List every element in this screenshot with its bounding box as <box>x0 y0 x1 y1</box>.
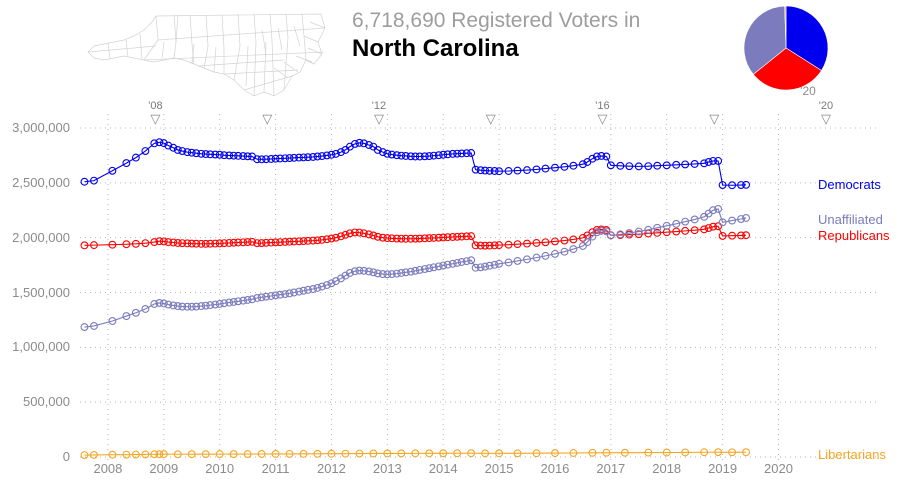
election-marker: ▽ <box>247 100 287 125</box>
series-libertarians <box>80 448 751 459</box>
y-tick-label: 1,000,000 <box>12 339 70 355</box>
triangle-down-icon: ▽ <box>373 111 384 126</box>
x-tick-label: 2017 <box>596 461 626 476</box>
triangle-down-icon: ▽ <box>262 111 273 126</box>
registered-voters-line-chart <box>0 0 900 500</box>
triangle-down-icon: ▽ <box>597 111 608 126</box>
y-tick-label: 2,500,000 <box>12 174 70 190</box>
legend-label-democrats[interactable]: Democrats <box>818 177 881 192</box>
x-tick-label: 2016 <box>540 461 570 476</box>
legend-label-unaffiliated[interactable]: Unaffiliated <box>818 212 883 227</box>
y-tick-label: 0 <box>62 449 70 464</box>
chart-page: 6,718,690 Registered Voters in North Car… <box>0 0 900 500</box>
x-tick-label: 2008 <box>93 461 123 476</box>
election-marker: '08 ▽ <box>135 100 175 125</box>
x-tick-label: 2019 <box>708 461 738 476</box>
x-tick-label: 2012 <box>316 461 346 476</box>
triangle-down-icon: ▽ <box>820 111 831 126</box>
y-tick-label: 500,000 <box>23 394 70 410</box>
x-tick-label: 2015 <box>484 461 514 476</box>
x-tick-label: 2018 <box>652 461 682 476</box>
election-marker: ▽ <box>471 100 511 125</box>
grid-lines <box>80 114 878 461</box>
series-unaffiliated <box>80 204 751 331</box>
x-tick-label: 2010 <box>205 461 235 476</box>
election-marker: '16 ▽ <box>582 100 622 125</box>
x-tick-label: 2020 <box>764 461 793 476</box>
election-marker: '20 ▽ <box>806 100 846 125</box>
election-marker: ▽ <box>694 100 734 125</box>
x-tick-label: 2011 <box>261 461 290 476</box>
election-marker: '12 ▽ <box>359 100 399 125</box>
triangle-down-icon: ▽ <box>150 111 161 126</box>
y-tick-label: 3,000,000 <box>12 120 70 135</box>
x-tick-label: 2013 <box>372 461 402 476</box>
legend-label-libertarians[interactable]: Libertarians <box>818 447 886 462</box>
y-tick-label: 2,000,000 <box>12 229 70 245</box>
triangle-down-icon: ▽ <box>709 111 720 126</box>
y-tick-label: 1,500,000 <box>12 284 70 300</box>
legend-label-republicans[interactable]: Republicans <box>818 228 890 243</box>
x-tick-label: 2009 <box>149 461 179 476</box>
triangle-down-icon: ▽ <box>485 111 496 126</box>
x-tick-label: 2014 <box>428 461 458 476</box>
series-democrats <box>80 138 751 190</box>
